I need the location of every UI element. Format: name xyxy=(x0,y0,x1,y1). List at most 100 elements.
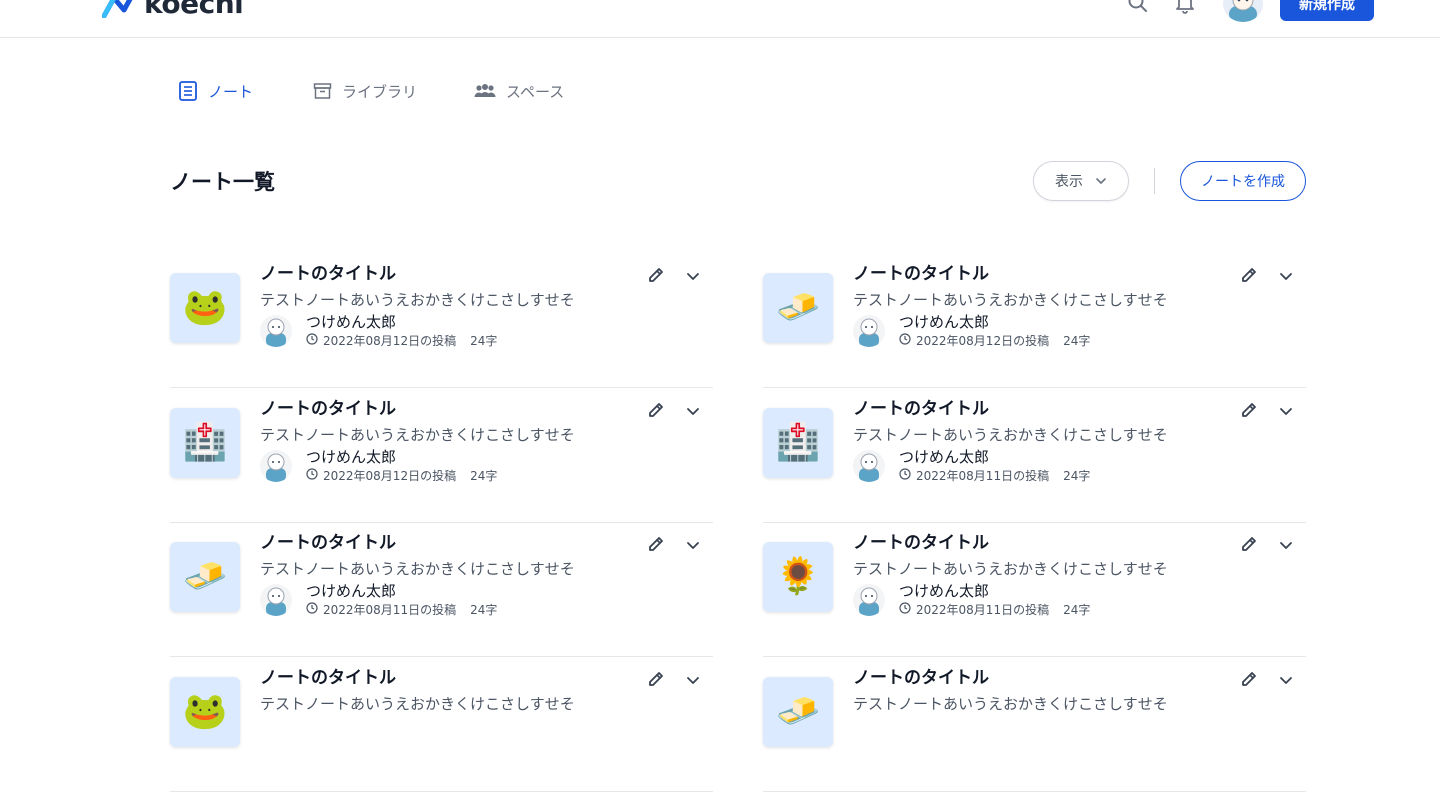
chevron-down-icon[interactable] xyxy=(1277,267,1295,285)
clock-icon xyxy=(899,602,911,617)
note-title[interactable]: ノートのタイトル xyxy=(260,528,396,553)
clock-icon xyxy=(306,468,318,483)
new-create-button[interactable]: 新規作成 xyxy=(1280,0,1374,21)
note-title[interactable]: ノートのタイトル xyxy=(853,663,989,688)
note-emoji-thumbnail[interactable]: 🐸 xyxy=(170,273,240,343)
note-description: テストノートあいうえおかきくけこさしすせそ xyxy=(853,426,1168,444)
chevron-down-icon[interactable] xyxy=(1277,671,1295,689)
chevron-down-icon[interactable] xyxy=(1277,536,1295,554)
note-meta: 2022年08月12日の投稿 24字 xyxy=(306,332,497,349)
char-count: 24字 xyxy=(1063,469,1091,483)
note-title[interactable]: ノートのタイトル xyxy=(260,259,396,284)
chevron-down-icon[interactable] xyxy=(1277,402,1295,420)
post-date: 2022年08月12日の投稿 xyxy=(323,334,457,348)
note-emoji-thumbnail[interactable]: 🏥 xyxy=(763,408,833,478)
note-emoji-thumbnail[interactable]: 🧈 xyxy=(763,273,833,343)
tab-note-label: ノート xyxy=(208,82,254,101)
clock-icon xyxy=(306,602,318,617)
pencil-icon[interactable] xyxy=(1239,534,1259,554)
author-name[interactable]: つけめん太郎 xyxy=(306,580,396,601)
search-icon[interactable] xyxy=(1127,0,1149,14)
divider xyxy=(1154,168,1155,194)
chevron-down-icon xyxy=(1096,178,1106,184)
note-title[interactable]: ノートのタイトル xyxy=(260,394,396,419)
note-emoji-thumbnail[interactable]: 🧈 xyxy=(763,677,833,747)
note-description: テストノートあいうえおかきくけこさしすせそ xyxy=(260,426,575,444)
author-name[interactable]: つけめん太郎 xyxy=(899,580,989,601)
pencil-icon[interactable] xyxy=(646,265,666,285)
chevron-down-icon[interactable] xyxy=(684,267,702,285)
note-description: テストノートあいうえおかきくけこさしすせそ xyxy=(260,560,575,578)
bell-icon[interactable] xyxy=(1174,0,1196,14)
author-avatar[interactable] xyxy=(853,584,885,616)
chevron-down-icon[interactable] xyxy=(684,671,702,689)
note-description: テストノートあいうえおかきくけこさしすせそ xyxy=(260,291,575,309)
user-avatar[interactable] xyxy=(1223,0,1263,22)
note-meta: 2022年08月11日の投稿 24字 xyxy=(899,601,1090,618)
people-icon xyxy=(474,84,496,97)
note-card[interactable]: 🐸 ノートのタイトル テストノートあいうえおかきくけこさしすせそ つけめん太郎 2022… xyxy=(170,253,713,388)
note-description: テストノートあいうえおかきくけこさしすせそ xyxy=(853,695,1168,713)
pencil-icon[interactable] xyxy=(1239,669,1259,689)
note-card[interactable]: 🐸 ノートのタイトルテストノートあいうえおかきくけこさしすせそ xyxy=(170,657,713,792)
author-avatar[interactable] xyxy=(260,315,292,347)
tab-note[interactable]: ノート xyxy=(178,79,253,103)
char-count: 24字 xyxy=(470,469,498,483)
note-emoji-thumbnail[interactable]: 🌻 xyxy=(763,542,833,612)
note-card[interactable]: 🧈 ノートのタイトルテストノートあいうえおかきくけこさしすせそ xyxy=(763,657,1306,792)
note-card[interactable]: 🧈 ノートのタイトルテストノートあいうえおかきくけこさしすせそつけめん太郎 2022… xyxy=(170,522,713,657)
pencil-icon[interactable] xyxy=(1239,265,1259,285)
char-count: 24字 xyxy=(470,334,498,348)
view-dropdown[interactable]: 表示 xyxy=(1033,161,1129,201)
pencil-icon[interactable] xyxy=(1239,400,1259,420)
chevron-down-icon[interactable] xyxy=(684,536,702,554)
note-description: テストノートあいうえおかきくけこさしすせそ xyxy=(853,560,1168,578)
page-title: ノート一覧 xyxy=(170,170,275,194)
note-meta: 2022年08月11日の投稿 24字 xyxy=(899,467,1090,484)
post-date: 2022年08月11日の投稿 xyxy=(323,603,457,617)
view-dropdown-label: 表示 xyxy=(1055,174,1083,190)
note-title[interactable]: ノートのタイトル xyxy=(853,528,989,553)
tab-library[interactable]: ライブラリ xyxy=(313,79,417,103)
post-date: 2022年08月11日の投稿 xyxy=(916,469,1050,483)
note-description: テストノートあいうえおかきくけこさしすせそ xyxy=(260,695,575,713)
create-note-button[interactable]: ノートを作成 xyxy=(1180,161,1306,201)
tab-space-label: スペース xyxy=(506,82,565,101)
note-emoji-thumbnail[interactable]: 🏥 xyxy=(170,408,240,478)
author-name[interactable]: つけめん太郎 xyxy=(899,311,989,332)
author-name[interactable]: つけめん太郎 xyxy=(899,446,989,467)
pencil-icon[interactable] xyxy=(646,534,666,554)
pencil-icon[interactable] xyxy=(646,669,666,689)
author-avatar[interactable] xyxy=(853,315,885,347)
note-emoji-thumbnail[interactable]: 🐸 xyxy=(170,677,240,747)
note-card[interactable]: 🏥 ノートのタイトル テストノートあいうえおかきくけこさしすせそ つけめん太郎 2022… xyxy=(763,388,1306,523)
tab-space[interactable]: スペース xyxy=(474,79,564,103)
note-title[interactable]: ノートのタイトル xyxy=(853,259,989,284)
library-icon xyxy=(313,83,332,99)
note-title[interactable]: ノートのタイトル xyxy=(853,394,989,419)
post-date: 2022年08月12日の投稿 xyxy=(916,334,1050,348)
author-avatar[interactable] xyxy=(853,450,885,482)
note-card[interactable]: 🏥 ノートのタイトルテストノートあいうえおかきくけこさしすせそつけめん太郎 2022… xyxy=(170,388,713,523)
pencil-icon[interactable] xyxy=(646,400,666,420)
note-description: テストノートあいうえおかきくけこさしすせそ xyxy=(853,291,1168,309)
author-name[interactable]: つけめん太郎 xyxy=(306,446,396,467)
author-avatar[interactable] xyxy=(260,584,292,616)
note-emoji-thumbnail[interactable]: 🧈 xyxy=(170,542,240,612)
chevron-down-icon[interactable] xyxy=(684,402,702,420)
author-avatar[interactable] xyxy=(260,450,292,482)
note-meta: 2022年08月12日の投稿 24字 xyxy=(899,332,1090,349)
note-icon xyxy=(179,81,197,101)
logo-text: koechi xyxy=(144,0,244,20)
logo[interactable]: koechi xyxy=(102,0,244,20)
note-card[interactable]: 🧈 ノートのタイトル テストノートあいうえおかきくけこさしすせそ つけめん太郎 2022… xyxy=(763,253,1306,388)
author-name[interactable]: つけめん太郎 xyxy=(306,311,396,332)
note-title[interactable]: ノートのタイトル xyxy=(260,663,396,688)
note-card[interactable]: 🌻 ノートのタイトル テストノートあいうえおかきくけこさしすせそ つけめん太郎 2022… xyxy=(763,522,1306,657)
top-header: koechi 新規作成 xyxy=(0,0,1440,38)
tab-library-label: ライブラリ xyxy=(342,82,418,101)
post-date: 2022年08月11日の投稿 xyxy=(916,603,1050,617)
char-count: 24字 xyxy=(1063,603,1091,617)
clock-icon xyxy=(306,333,318,348)
note-meta: 2022年08月12日の投稿 24字 xyxy=(306,467,497,484)
